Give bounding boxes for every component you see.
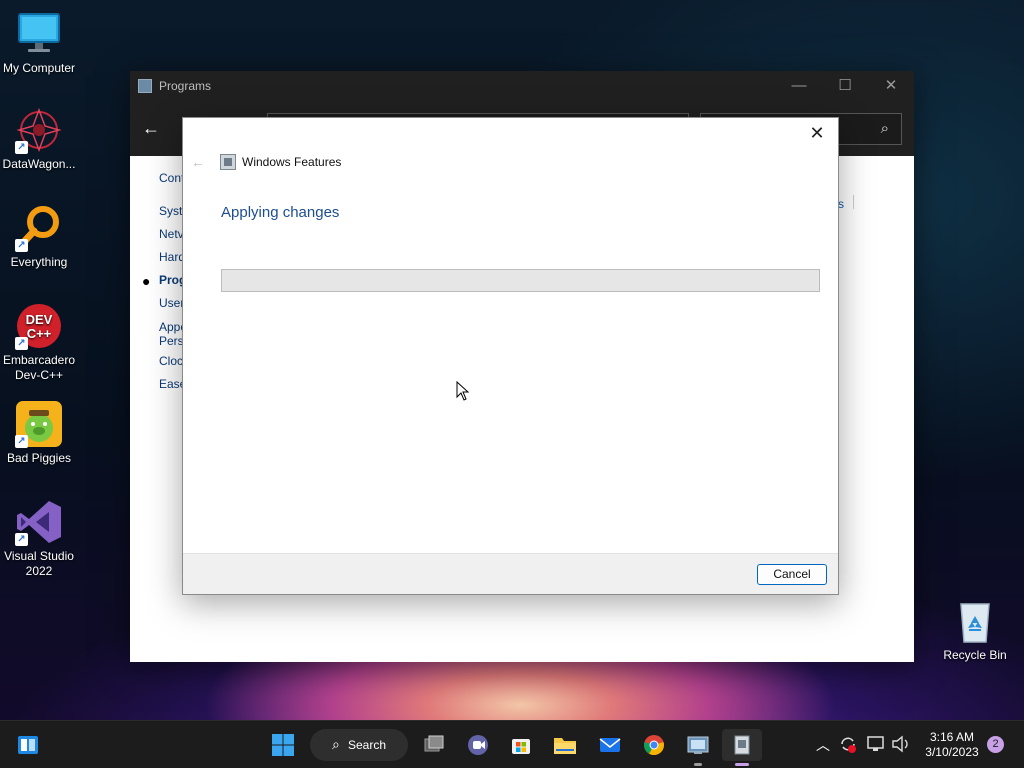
desktop-icon-datawagon[interactable]: ↗ DataWagon... bbox=[0, 106, 78, 172]
devcpp-icon: DEV C++ ↗ bbox=[15, 302, 63, 350]
active-indicator bbox=[735, 763, 749, 766]
windows-features-dialog: ✕ ← Windows Features Applying changes Ca… bbox=[182, 117, 839, 595]
everything-search-icon: ↗ bbox=[15, 204, 63, 252]
taskbar: ⌕ Search ︿ 3:16 AM 3/10/2023 2 bbox=[0, 720, 1024, 768]
dialog-header: ← Windows Features bbox=[191, 154, 341, 170]
windows-features-icon bbox=[220, 154, 236, 170]
desktop-icon-visual-studio[interactable]: ↗ Visual Studio 2022 bbox=[0, 498, 78, 579]
progress-bar bbox=[221, 269, 820, 292]
desktop-icon-label: Everything bbox=[10, 255, 68, 269]
start-button[interactable] bbox=[267, 729, 299, 761]
desktop-icon-label: My Computer bbox=[2, 61, 76, 75]
task-view-icon[interactable] bbox=[418, 729, 450, 761]
control-panel-icon bbox=[138, 79, 152, 93]
desktop-icon-bad-piggies[interactable]: ↗ Bad Piggies bbox=[0, 400, 78, 466]
widgets-icon[interactable] bbox=[12, 729, 44, 761]
control-panel-taskbar-icon[interactable] bbox=[682, 729, 714, 766]
shortcut-arrow-icon: ↗ bbox=[15, 435, 28, 448]
svg-text:DEV: DEV bbox=[26, 312, 53, 327]
desktop-icon-label: DataWagon... bbox=[2, 157, 76, 171]
desktop-icon-devcpp[interactable]: DEV C++ ↗ Embarcadero Dev-C++ bbox=[0, 302, 78, 383]
file-explorer-icon[interactable] bbox=[549, 729, 581, 761]
taskbar-clock[interactable]: 3:16 AM 3/10/2023 bbox=[912, 730, 992, 760]
shortcut-arrow-icon: ↗ bbox=[15, 337, 28, 350]
desktop-icon-my-computer[interactable]: My Computer bbox=[0, 10, 78, 76]
search-label: Search bbox=[348, 738, 387, 752]
shortcut-arrow-icon: ↗ bbox=[15, 533, 28, 546]
shortcut-arrow-icon: ↗ bbox=[15, 239, 28, 252]
windows-logo-icon bbox=[272, 734, 294, 756]
chrome-icon[interactable] bbox=[638, 729, 670, 761]
bullet-icon: ● bbox=[142, 273, 151, 289]
programs-window-title: Programs bbox=[159, 79, 212, 93]
dialog-footer: Cancel bbox=[183, 553, 838, 594]
cancel-button[interactable]: Cancel bbox=[757, 564, 827, 585]
divider bbox=[853, 195, 854, 209]
mail-icon[interactable] bbox=[594, 729, 626, 761]
recycle-bin-icon bbox=[951, 598, 999, 646]
desktop-icon-label: Embarcadero Dev-C++ bbox=[2, 353, 76, 382]
dialog-heading: Applying changes bbox=[221, 204, 340, 221]
svg-text:C++: C++ bbox=[27, 326, 52, 341]
back-arrow-icon[interactable]: ← bbox=[142, 118, 160, 139]
clock-date: 3/10/2023 bbox=[925, 745, 979, 759]
back-arrow-icon: ← bbox=[191, 154, 205, 170]
minimize-button[interactable]: — bbox=[776, 71, 822, 101]
running-indicator bbox=[694, 763, 702, 766]
desktop-icon-label: Visual Studio 2022 bbox=[4, 549, 74, 578]
maximize-button[interactable]: ☐ bbox=[822, 71, 868, 101]
desktop: My Computer ↗ DataWagon... ↗ Everything bbox=[0, 0, 1024, 720]
close-icon[interactable]: ✕ bbox=[804, 121, 830, 145]
programs-titlebar[interactable]: Programs — ☐ ✕ bbox=[130, 71, 914, 101]
close-button[interactable]: ✕ bbox=[868, 71, 914, 101]
taskbar-search[interactable]: ⌕ Search bbox=[310, 729, 408, 761]
desktop-icon-everything[interactable]: ↗ Everything bbox=[0, 204, 78, 270]
sync-alert-icon[interactable] bbox=[838, 734, 858, 768]
datawagon-icon: ↗ bbox=[15, 106, 63, 154]
volume-icon[interactable] bbox=[891, 735, 911, 768]
notification-badge[interactable]: 2 bbox=[987, 736, 1004, 753]
teams-chat-icon[interactable] bbox=[462, 729, 494, 761]
search-icon: ⌕ bbox=[332, 736, 340, 752]
visual-studio-icon: ↗ bbox=[15, 498, 63, 546]
network-icon[interactable] bbox=[866, 735, 886, 768]
show-hidden-icons-chevron-icon[interactable]: ︿ bbox=[816, 735, 830, 768]
monitor-icon bbox=[15, 10, 63, 58]
search-icon: ⌕ bbox=[880, 120, 889, 137]
desktop-icon-recycle-bin[interactable]: Recycle Bin bbox=[938, 598, 1012, 662]
bad-piggies-icon: ↗ bbox=[15, 400, 63, 448]
microsoft-store-icon[interactable] bbox=[505, 729, 537, 761]
clock-time: 3:16 AM bbox=[929, 730, 975, 744]
shortcut-arrow-icon: ↗ bbox=[15, 141, 28, 154]
recycle-bin-label: Recycle Bin bbox=[943, 648, 1007, 662]
windows-features-taskbar-icon[interactable] bbox=[722, 729, 762, 766]
desktop-icon-label: Bad Piggies bbox=[6, 451, 72, 465]
dialog-title: Windows Features bbox=[242, 155, 342, 169]
mouse-cursor-icon bbox=[456, 381, 470, 401]
